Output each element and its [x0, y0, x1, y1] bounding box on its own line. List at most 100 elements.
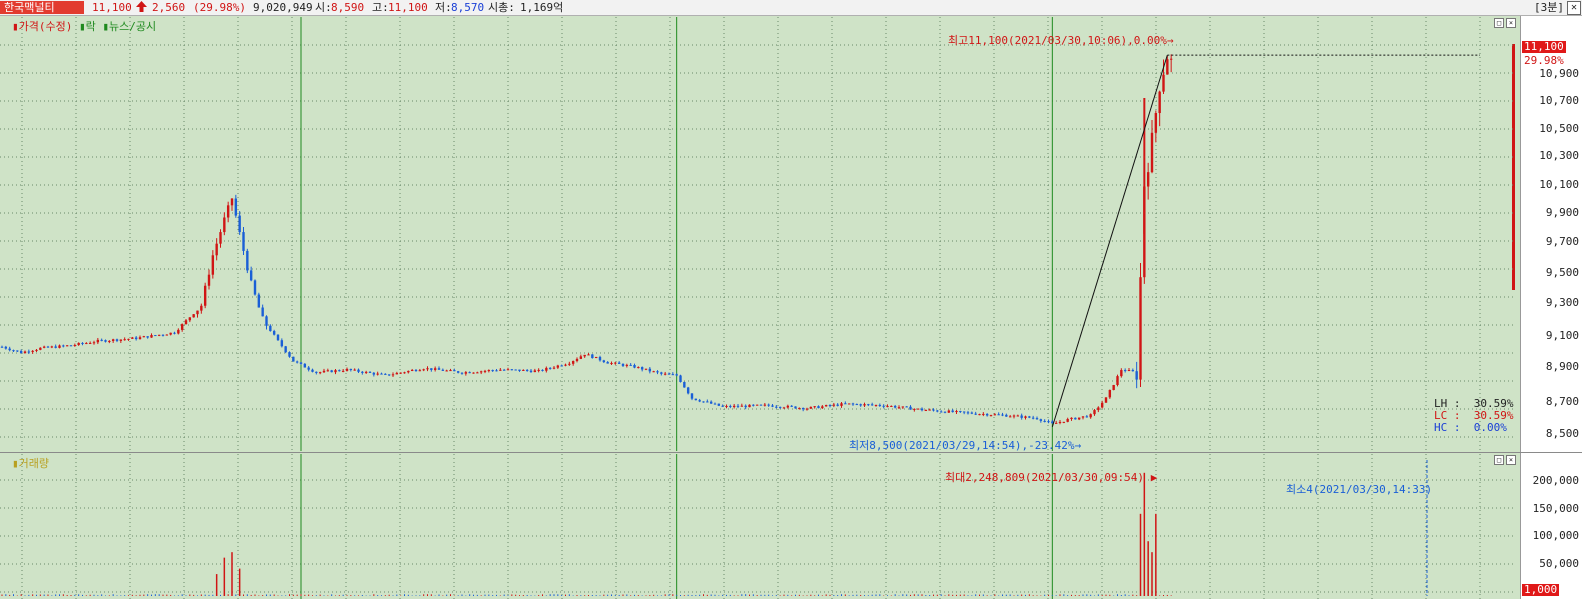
- candle-body: [962, 411, 966, 413]
- candle-body: [974, 413, 977, 415]
- candle-body: [1093, 410, 1096, 415]
- candle-body: [571, 361, 575, 364]
- candle-body: [1169, 58, 1173, 60]
- candle-body: [299, 362, 303, 364]
- candle-body: [824, 405, 828, 407]
- candle-body: [387, 374, 391, 376]
- candle-body: [652, 371, 655, 373]
- legend-rights[interactable]: 락: [86, 20, 96, 33]
- candle-body: [686, 387, 690, 394]
- candle-body: [518, 369, 521, 371]
- close-icon[interactable]: ✕: [1567, 1, 1581, 15]
- candle-body: [188, 317, 192, 321]
- price-axis-label: 8,700: [1545, 395, 1579, 408]
- candle-body: [1028, 416, 1031, 418]
- price-axis[interactable]: 10,900 10,700 10,500 10,300 10,100 9,900…: [1520, 16, 1582, 452]
- candle-body: [602, 360, 606, 363]
- arrow-icon: →: [1166, 34, 1174, 47]
- candle-body: [951, 410, 954, 413]
- candle-body: [146, 336, 149, 338]
- candle-body: [1112, 384, 1115, 390]
- candle-body: [226, 205, 230, 218]
- candle-body: [660, 372, 663, 374]
- candle-body: [403, 372, 406, 374]
- candle-body: [679, 375, 682, 383]
- candle-body: [487, 370, 491, 372]
- candle-body: [717, 403, 721, 406]
- price-axis-label: 10,500: [1539, 122, 1579, 135]
- legend-price[interactable]: 가격(수정): [19, 20, 73, 33]
- candle-body: [230, 198, 234, 206]
- price-axis-label: 9,500: [1545, 266, 1579, 279]
- candle-body: [683, 382, 686, 388]
- price-axis-label: 9,100: [1545, 329, 1579, 342]
- candle-body: [410, 369, 414, 371]
- volume-axis[interactable]: 200,000 150,000 100,000 50,000: [1520, 453, 1582, 599]
- candle-body: [525, 369, 529, 371]
- candle-body: [1100, 402, 1104, 408]
- candle-body: [548, 367, 552, 369]
- candle-body: [759, 404, 763, 406]
- candle-body: [502, 369, 506, 371]
- candle-body: [1123, 370, 1127, 372]
- candle-body: [897, 407, 901, 409]
- candle-body: [947, 410, 951, 413]
- candle-body: [932, 409, 935, 411]
- candle-body: [276, 334, 280, 341]
- timeframe-selector[interactable]: [3분]: [1534, 1, 1564, 14]
- candle-body: [1085, 416, 1089, 418]
- candle-body: [809, 406, 813, 409]
- candle-body: [345, 368, 349, 371]
- candle-body: [399, 372, 402, 374]
- candle-body: [874, 404, 878, 406]
- candle-body: [295, 361, 299, 363]
- candle-body: [583, 354, 586, 357]
- candle-body: [909, 406, 912, 410]
- candle-body: [840, 403, 843, 406]
- candle-body: [545, 367, 548, 371]
- candle-body: [169, 332, 172, 335]
- candle-body: [966, 412, 970, 414]
- pane-maximize-icon[interactable]: □: [1494, 455, 1504, 465]
- candle-body: [702, 401, 705, 403]
- candle-body: [192, 314, 195, 318]
- candle-body: [499, 369, 502, 371]
- candle-body: [330, 370, 333, 373]
- candle-body: [529, 370, 533, 373]
- candle-body: [729, 405, 732, 407]
- pane-maximize-icon[interactable]: □: [1494, 18, 1504, 28]
- candle-body: [775, 406, 778, 408]
- volume-legend: ▮거래량: [12, 455, 49, 471]
- candle-body: [269, 325, 272, 332]
- candle-body: [901, 406, 905, 408]
- candle-body: [690, 393, 694, 399]
- triangle-right-icon: ▶: [1150, 471, 1158, 484]
- legend-news[interactable]: 뉴스/공시: [109, 20, 156, 33]
- candle-body: [667, 373, 671, 375]
- pane-close-icon[interactable]: ×: [1506, 455, 1516, 465]
- candle-body: [364, 371, 368, 373]
- candle-body: [1077, 417, 1081, 420]
- candle-body: [380, 373, 383, 375]
- candle-body: [23, 351, 27, 354]
- candle-body: [989, 415, 993, 417]
- candle-body: [591, 354, 594, 359]
- candle-body: [790, 405, 793, 407]
- candle-body: [936, 410, 939, 412]
- candle-body: [997, 414, 1000, 416]
- candle-body: [115, 339, 119, 341]
- trend-line: [1051, 55, 1168, 427]
- legend-volume[interactable]: 거래량: [19, 457, 49, 470]
- candle-body: [81, 342, 84, 344]
- candle-body: [12, 350, 15, 352]
- chart-canvas[interactable]: [0, 0, 1520, 599]
- candle-body: [395, 372, 399, 375]
- candle-body: [131, 337, 134, 339]
- candle-body: [54, 346, 57, 348]
- candle-body: [993, 414, 997, 416]
- current-pct-tag: 29.98%: [1524, 54, 1564, 67]
- pane-close-icon[interactable]: ×: [1506, 18, 1516, 28]
- candle-body: [732, 405, 736, 407]
- candle-body: [709, 401, 713, 404]
- candle-body: [698, 400, 701, 402]
